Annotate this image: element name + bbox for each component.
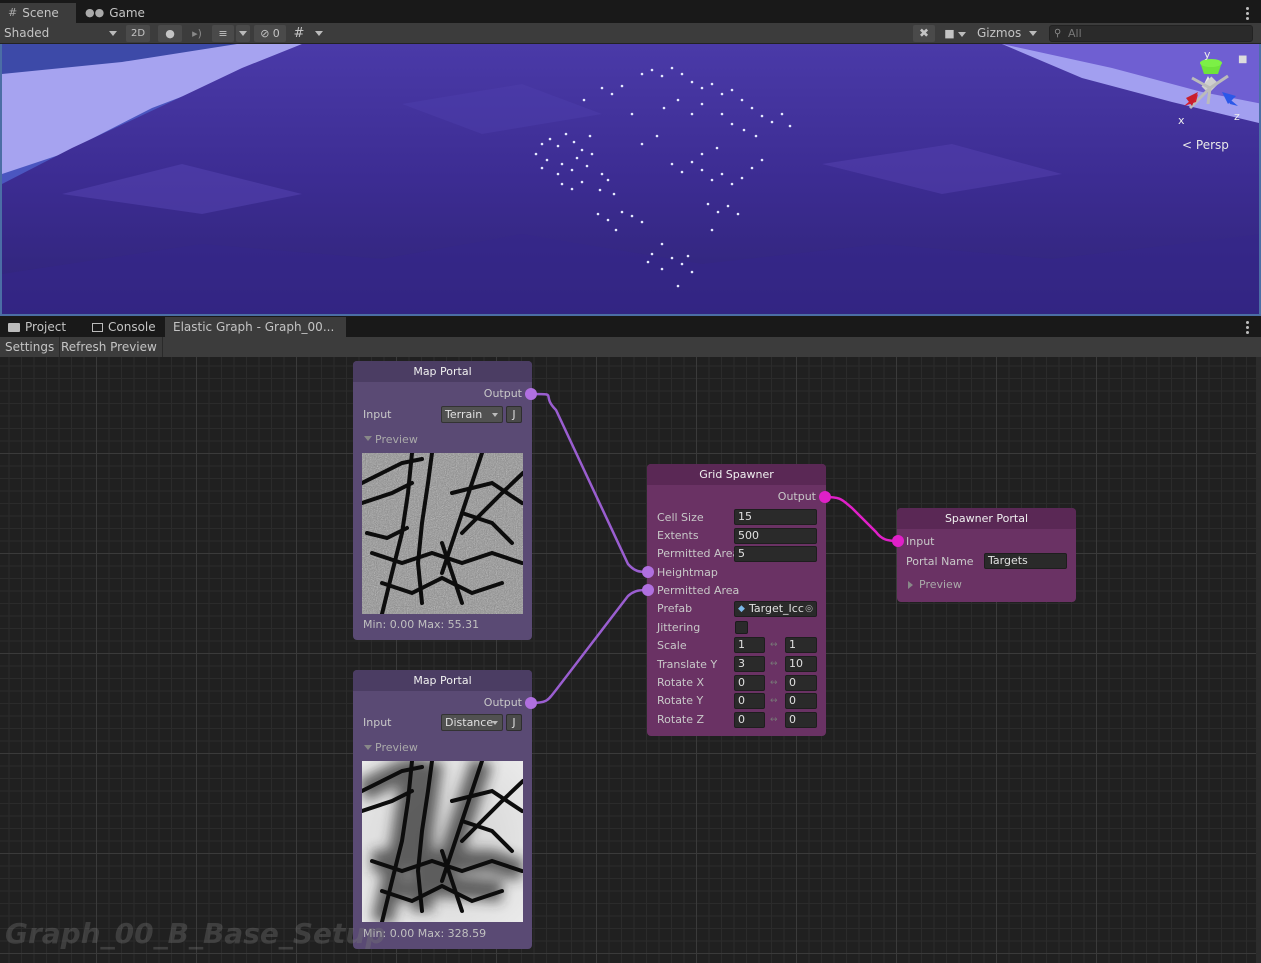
node-title: Spawner Portal: [897, 508, 1076, 529]
permitted-area-label: Permitted Area: [657, 547, 740, 560]
scale-max-field[interactable]: 1: [785, 637, 817, 653]
spawner-portal-node[interactable]: Spawner Portal Input Portal Name Targets…: [892, 508, 1076, 602]
output-port-label: Output: [483, 696, 522, 709]
rotate-y-min-field[interactable]: 0: [734, 693, 765, 709]
scale-min-field[interactable]: 1: [734, 637, 765, 653]
j-button[interactable]: J: [506, 406, 522, 423]
jittering-checkbox[interactable]: [735, 621, 748, 634]
chevron-down-icon[interactable]: [364, 745, 372, 750]
output-port[interactable]: [819, 491, 831, 503]
preview-label[interactable]: Preview: [375, 741, 418, 754]
scale-label: Scale: [657, 639, 687, 652]
prefab-icon: ◆: [738, 604, 745, 614]
node-title: Map Portal: [353, 670, 532, 691]
j-button[interactable]: J: [506, 714, 522, 731]
range-link-icon: ↔: [770, 678, 778, 688]
preview-label[interactable]: Preview: [919, 578, 962, 591]
cell-size-label: Cell Size: [657, 511, 704, 524]
graph-name-watermark: Graph_00_B_Base_Setup: [5, 917, 386, 950]
heightmap-input-port[interactable]: [642, 566, 654, 578]
portal-name-label: Portal Name: [906, 555, 974, 568]
permitted-area-input-port[interactable]: [642, 584, 654, 596]
extents-label: Extents: [657, 529, 699, 542]
translate-y-label: Translate Y: [657, 658, 718, 671]
translate-y-min-field[interactable]: 3: [734, 656, 765, 672]
output-port-label: Output: [483, 387, 522, 400]
node-title: Grid Spawner: [647, 464, 826, 485]
output-port[interactable]: [525, 697, 537, 709]
cell-size-field[interactable]: 15: [734, 509, 817, 525]
wire-distance-permitted-area: [530, 588, 649, 705]
range-link-icon: ↔: [770, 715, 778, 725]
wire-spawner-output: [824, 495, 899, 543]
prefab-label: Prefab: [657, 602, 693, 615]
map-portal-node-distance[interactable]: Map Portal Output Input Distance J Previ…: [353, 670, 537, 949]
chevron-right-icon[interactable]: [908, 581, 913, 589]
rotate-x-min-field[interactable]: 0: [734, 675, 765, 691]
rotate-y-label: Rotate Y: [657, 694, 704, 707]
range-link-icon: ↔: [770, 659, 778, 669]
output-port-label: Output: [777, 490, 816, 503]
chevron-down-icon: [492, 413, 498, 417]
range-link-icon: ↔: [770, 640, 778, 650]
connection-wires: [530, 392, 899, 705]
prefab-field[interactable]: ◆ Target_Icc ◎: [734, 601, 817, 617]
distance-preview-image: [362, 761, 523, 922]
rotate-z-max-field[interactable]: 0: [785, 712, 817, 728]
portal-name-field[interactable]: Targets: [984, 553, 1067, 569]
input-dropdown[interactable]: Distance: [441, 714, 503, 731]
input-port-label: Input: [906, 535, 935, 548]
permitted-area-port-label: Permitted Area: [657, 584, 740, 597]
rotate-x-label: Rotate X: [657, 676, 705, 689]
stats-text: Min: 0.00 Max: 55.31: [363, 618, 480, 631]
preview-label[interactable]: Preview: [375, 433, 418, 446]
output-port[interactable]: [525, 388, 537, 400]
range-link-icon: ↔: [770, 696, 778, 706]
extents-field[interactable]: 500: [734, 528, 817, 544]
object-picker-icon[interactable]: ◎: [805, 602, 813, 616]
terrain-preview-image: [362, 453, 523, 614]
rotate-x-max-field[interactable]: 0: [785, 675, 817, 691]
node-title: Map Portal: [353, 361, 532, 382]
input-dropdown[interactable]: Terrain: [441, 406, 503, 423]
translate-y-max-field[interactable]: 10: [785, 656, 817, 672]
map-portal-node-terrain[interactable]: Map Portal Output Input Terrain J Previe…: [353, 361, 537, 640]
heightmap-port-label: Heightmap: [657, 566, 718, 579]
input-label: Input: [363, 408, 392, 421]
rotate-z-label: Rotate Z: [657, 713, 705, 726]
input-port[interactable]: [892, 535, 904, 547]
input-label: Input: [363, 716, 392, 729]
chevron-down-icon: [492, 721, 498, 725]
wire-terrain-heightmap: [530, 392, 649, 574]
rotate-y-max-field[interactable]: 0: [785, 693, 817, 709]
grid-spawner-node[interactable]: Grid Spawner Output Cell Size 15 Extents…: [642, 464, 831, 736]
rotate-z-min-field[interactable]: 0: [734, 712, 765, 728]
jittering-label: Jittering: [657, 621, 701, 634]
permitted-area-field[interactable]: 5: [734, 546, 817, 562]
chevron-down-icon[interactable]: [364, 436, 372, 441]
